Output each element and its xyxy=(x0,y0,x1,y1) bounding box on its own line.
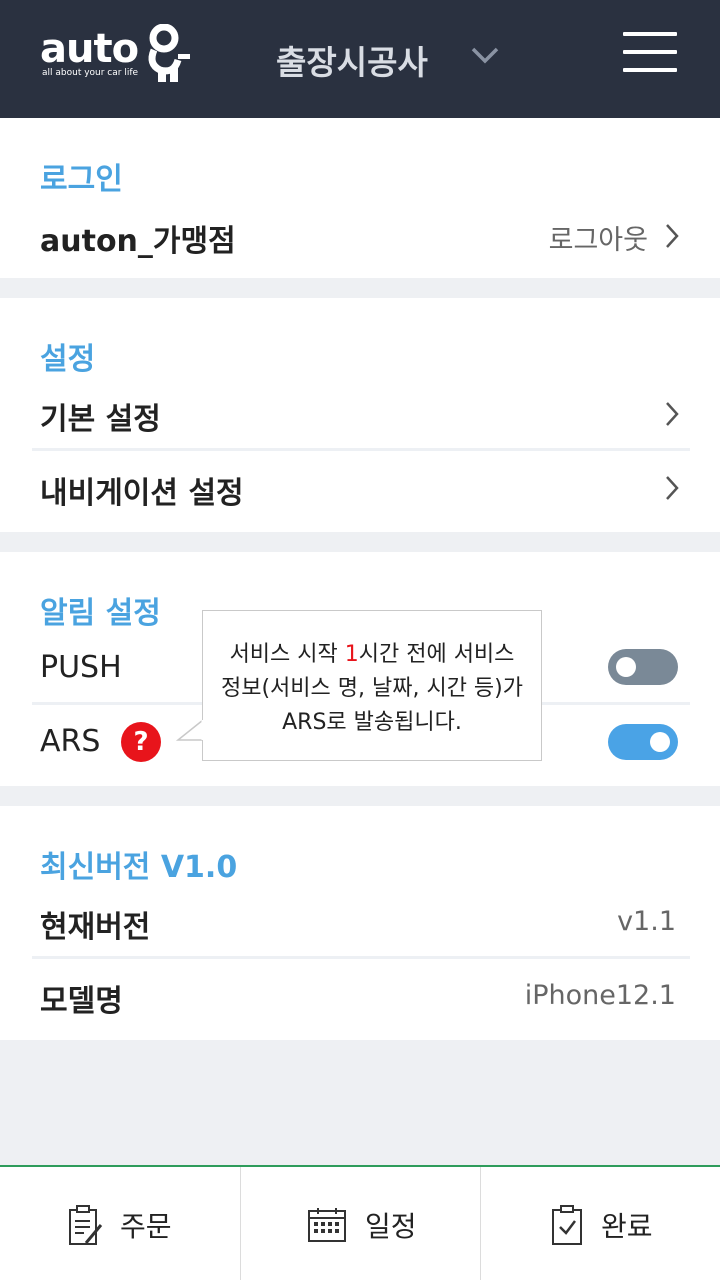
login-section-title: 로그인 xyxy=(40,162,123,197)
latest-version-title: 최신버전 V1.0 xyxy=(40,850,238,885)
nav-orders-label: 주문 xyxy=(120,1210,172,1243)
push-toggle[interactable] xyxy=(608,649,678,685)
clipboard-check-icon xyxy=(552,1205,582,1245)
tooltip-highlight-number: 1 xyxy=(344,642,359,667)
current-version-label: 현재버전 xyxy=(40,910,151,945)
account-name: auton_가맹점 xyxy=(40,224,236,259)
app-logo[interactable]: auto all about your car life xyxy=(40,24,200,90)
model-name-value: iPhone12.1 xyxy=(524,980,676,1011)
tooltip-pointer xyxy=(176,719,205,741)
help-question-icon[interactable]: ? xyxy=(121,722,161,762)
logo-wordmark: auto xyxy=(40,26,139,72)
notification-section-title: 알림 설정 xyxy=(40,596,161,631)
version-section: 최신버전 V1.0 현재버전 v1.1 모델명 iPhone12.1 xyxy=(0,806,720,1040)
tooltip-line-1: 서비스 시작 1시간 전에 서비스 xyxy=(229,642,515,667)
nav-completed[interactable]: 완료 xyxy=(480,1167,720,1280)
tooltip-line-2: 정보(서비스 명, 날짜, 시간 등)가 xyxy=(220,676,523,701)
model-name-label: 모델명 xyxy=(40,984,123,1019)
chevron-right-icon[interactable] xyxy=(664,400,680,428)
nav-orders[interactable]: 주문 xyxy=(0,1167,240,1280)
navigation-settings-label: 내비게이션 설정 xyxy=(40,476,244,511)
push-label: PUSH xyxy=(40,650,122,685)
tooltip-line-3: ARS로 발송됩니다. xyxy=(282,710,462,735)
login-section: 로그인 auton_가맹점 로그아웃 xyxy=(0,118,720,278)
clipboard-edit-icon xyxy=(69,1205,103,1245)
ars-toggle[interactable] xyxy=(608,724,678,760)
app-header: auto all about your car life 출장시공사 xyxy=(0,0,720,118)
chevron-right-icon[interactable] xyxy=(664,474,680,502)
hamburger-menu-icon[interactable] xyxy=(620,30,680,76)
row-divider xyxy=(32,956,690,959)
ars-help-tooltip: 서비스 시작 1시간 전에 서비스 정보(서비스 명, 날짜, 시간 등)가 A… xyxy=(202,610,542,761)
nav-schedule[interactable]: 일정 xyxy=(240,1167,480,1280)
bottom-navigation: 주문 일정 완료 xyxy=(0,1165,720,1280)
ars-label: ARS xyxy=(40,724,101,759)
calendar-icon xyxy=(308,1208,346,1242)
settings-section-title: 설정 xyxy=(40,342,96,377)
nav-completed-label: 완료 xyxy=(601,1210,653,1243)
company-title[interactable]: 출장시공사 xyxy=(276,36,428,84)
settings-section: 설정 기본 설정 내비게이션 설정 xyxy=(0,298,720,532)
basic-settings-label: 기본 설정 xyxy=(40,402,161,437)
chevron-right-icon[interactable] xyxy=(664,222,680,250)
logo-tagline: all about your car life xyxy=(42,68,139,78)
nav-schedule-label: 일정 xyxy=(365,1210,417,1243)
logo-mascot-icon xyxy=(148,24,190,82)
current-version-value: v1.1 xyxy=(617,906,676,937)
logout-link[interactable]: 로그아웃 xyxy=(549,218,648,257)
chevron-down-icon[interactable] xyxy=(470,45,500,65)
row-divider xyxy=(32,448,690,451)
